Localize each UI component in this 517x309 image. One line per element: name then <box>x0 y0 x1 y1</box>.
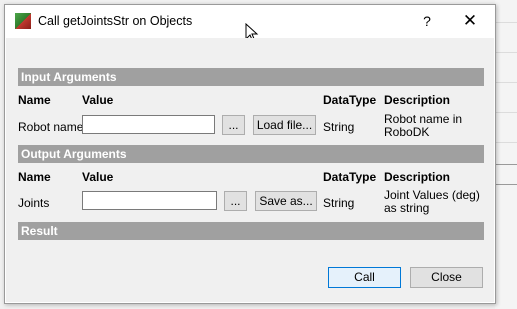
joints-datatype: String <box>323 196 355 210</box>
title-bar: Call getJointsStr on Objects ? ✕ <box>5 5 495 43</box>
dialog-body: Input Arguments Name Value DataType Desc… <box>6 38 494 302</box>
input-col-value: Value <box>82 93 114 107</box>
close-window-button[interactable]: ✕ <box>458 11 482 31</box>
dialog-title: Call getJointsStr on Objects <box>38 14 193 28</box>
load-file-button[interactable]: Load file... <box>253 115 316 135</box>
output-col-name: Name <box>18 170 51 184</box>
background-divider <box>495 112 517 113</box>
output-col-datatype: DataType <box>323 170 377 184</box>
joints-browse-button[interactable]: ... <box>224 191 247 211</box>
output-col-description: Description <box>384 170 451 184</box>
dialog-window: Call getJointsStr on Objects ? ✕ Input A… <box>4 4 496 304</box>
background-divider <box>495 82 517 83</box>
background-divider <box>495 142 517 143</box>
robot-name-input[interactable] <box>82 115 215 134</box>
robot-name-label: Robot name <box>18 120 84 134</box>
help-button[interactable]: ? <box>417 11 437 31</box>
joints-input[interactable] <box>82 191 217 210</box>
robot-name-description: Robot name in RoboDK <box>384 112 463 139</box>
output-col-value: Value <box>82 170 114 184</box>
input-col-datatype: DataType <box>323 93 377 107</box>
background-divider <box>495 22 517 23</box>
robot-name-datatype: String <box>323 120 355 134</box>
background-divider <box>495 164 517 165</box>
output-arguments-header: Output Arguments <box>18 145 484 163</box>
input-col-description: Description <box>384 93 451 107</box>
robodk-app-icon <box>15 13 31 29</box>
joints-description: Joint Values (deg) as string <box>384 188 480 215</box>
call-button[interactable]: Call <box>328 267 401 288</box>
joints-label: Joints <box>18 196 50 210</box>
result-header: Result <box>18 222 484 240</box>
save-as-button[interactable]: Save as... <box>255 191 317 211</box>
input-col-name: Name <box>18 93 51 107</box>
close-button[interactable]: Close <box>410 267 483 288</box>
background-divider <box>495 52 517 53</box>
input-arguments-header: Input Arguments <box>18 68 484 86</box>
robot-name-browse-button[interactable]: ... <box>222 115 245 135</box>
background-panel <box>495 0 517 309</box>
background-divider <box>495 184 517 185</box>
